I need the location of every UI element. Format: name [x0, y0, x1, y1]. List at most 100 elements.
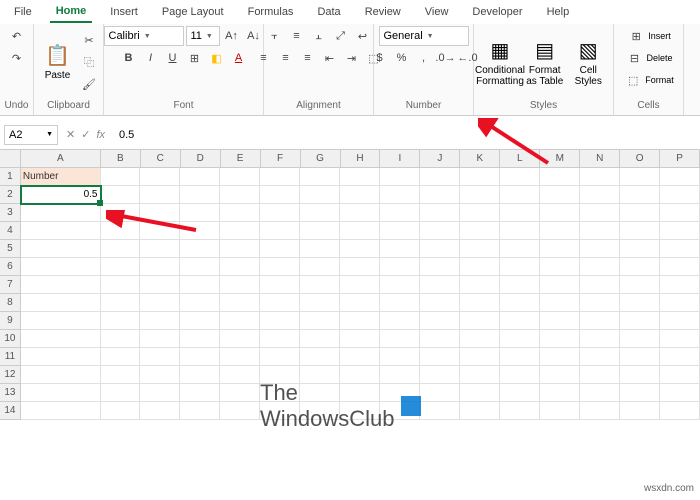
cell[interactable] [101, 330, 141, 348]
row-header[interactable]: 5 [0, 240, 21, 258]
cell[interactable] [101, 222, 141, 240]
cell[interactable] [220, 348, 260, 366]
format-painter-button[interactable]: 🖌 [79, 74, 99, 94]
increase-decimal-button[interactable]: .0→ [436, 48, 456, 68]
wrap-text-button[interactable]: ↩ [353, 26, 373, 46]
cell[interactable] [220, 276, 260, 294]
paste-button[interactable]: 📋 Paste [38, 32, 77, 92]
tab-developer[interactable]: Developer [466, 2, 528, 22]
cell[interactable] [620, 168, 660, 186]
align-left-button[interactable]: ≡ [254, 48, 274, 68]
align-top-button[interactable]: ⫟ [265, 26, 285, 46]
cell[interactable] [460, 348, 500, 366]
cell[interactable] [140, 276, 180, 294]
tab-page-layout[interactable]: Page Layout [156, 2, 230, 22]
italic-button[interactable]: I [141, 48, 161, 68]
cell[interactable] [340, 348, 380, 366]
cell[interactable] [500, 384, 540, 402]
formula-input[interactable]: 0.5 [113, 129, 700, 141]
cell[interactable] [500, 402, 540, 420]
col-header-o[interactable]: O [620, 150, 660, 168]
cell[interactable] [460, 402, 500, 420]
tab-insert[interactable]: Insert [104, 2, 144, 22]
cell[interactable] [620, 384, 660, 402]
cell[interactable] [580, 186, 620, 204]
row-header[interactable]: 11 [0, 348, 21, 366]
cell[interactable] [260, 348, 300, 366]
cell[interactable] [300, 348, 340, 366]
cell[interactable] [180, 366, 220, 384]
cell[interactable] [420, 402, 460, 420]
cell[interactable] [540, 366, 580, 384]
cell[interactable] [300, 276, 340, 294]
cell[interactable] [660, 348, 700, 366]
orientation-button[interactable]: ⤢ [331, 26, 351, 46]
cell[interactable] [21, 240, 101, 258]
cell[interactable] [540, 186, 580, 204]
decrease-indent-button[interactable]: ⇤ [320, 48, 340, 68]
cell[interactable] [460, 258, 500, 276]
cell[interactable] [21, 366, 101, 384]
cell[interactable] [260, 204, 300, 222]
cell[interactable] [140, 366, 180, 384]
cell[interactable] [420, 186, 460, 204]
cell[interactable] [21, 204, 101, 222]
col-header-j[interactable]: J [420, 150, 460, 168]
cell[interactable] [300, 186, 340, 204]
cell[interactable] [620, 258, 660, 276]
cell[interactable] [580, 402, 620, 420]
cell[interactable] [420, 366, 460, 384]
cell[interactable] [220, 384, 260, 402]
cell[interactable] [620, 330, 660, 348]
cell[interactable] [660, 258, 700, 276]
cell[interactable] [101, 276, 141, 294]
cell[interactable] [140, 312, 180, 330]
cell[interactable] [340, 330, 380, 348]
col-header-a[interactable]: A [21, 150, 101, 168]
col-header-m[interactable]: M [540, 150, 580, 168]
cell[interactable] [660, 330, 700, 348]
cell[interactable] [420, 276, 460, 294]
cell[interactable] [500, 204, 540, 222]
cell[interactable] [340, 276, 380, 294]
cell[interactable] [260, 222, 300, 240]
row-header[interactable]: 3 [0, 204, 21, 222]
cell[interactable] [140, 168, 180, 186]
cell[interactable] [660, 186, 700, 204]
cell[interactable] [620, 312, 660, 330]
tab-view[interactable]: View [419, 2, 455, 22]
cell[interactable] [21, 348, 101, 366]
cell[interactable] [580, 366, 620, 384]
cell[interactable] [660, 402, 700, 420]
currency-button[interactable]: $ [370, 48, 390, 68]
cell[interactable] [540, 168, 580, 186]
cell[interactable] [500, 186, 540, 204]
cell-styles-button[interactable]: ▧Cell Styles [568, 32, 610, 92]
cell[interactable] [460, 330, 500, 348]
cut-button[interactable]: ✂ [79, 30, 99, 50]
cell[interactable]: Number [21, 168, 101, 186]
cell[interactable] [140, 348, 180, 366]
cell[interactable] [300, 330, 340, 348]
cell[interactable] [380, 258, 420, 276]
cell[interactable] [500, 240, 540, 258]
cell[interactable] [460, 204, 500, 222]
enter-icon[interactable]: ✓ [81, 128, 90, 141]
cell[interactable] [500, 222, 540, 240]
col-header-f[interactable]: F [261, 150, 301, 168]
align-right-button[interactable]: ≡ [298, 48, 318, 68]
cell[interactable] [540, 330, 580, 348]
align-center-button[interactable]: ≡ [276, 48, 296, 68]
format-as-table-button[interactable]: ▤Format as Table [524, 32, 566, 92]
cell[interactable] [420, 294, 460, 312]
cell[interactable] [420, 240, 460, 258]
cell[interactable] [660, 294, 700, 312]
cell[interactable] [500, 276, 540, 294]
cell[interactable] [260, 312, 300, 330]
cell[interactable] [300, 312, 340, 330]
cell[interactable] [21, 330, 101, 348]
cell[interactable] [500, 258, 540, 276]
cell[interactable] [580, 276, 620, 294]
cell[interactable] [420, 258, 460, 276]
cell[interactable] [420, 348, 460, 366]
